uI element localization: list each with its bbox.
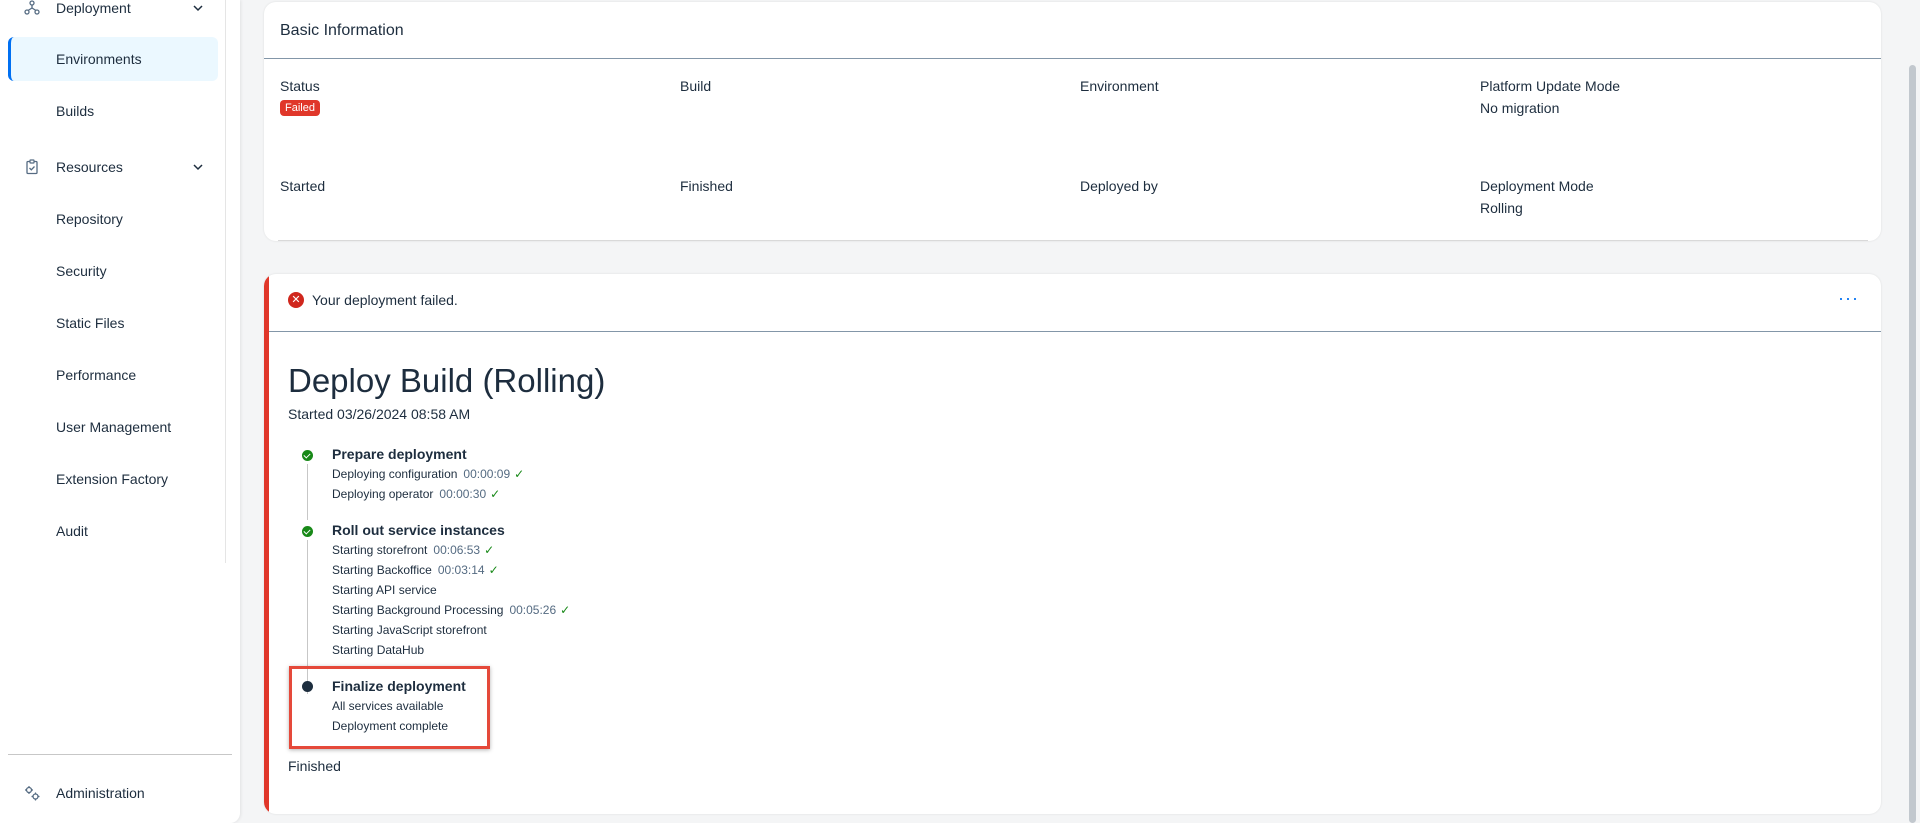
- field-value: Rolling: [1480, 200, 1523, 216]
- started-timestamp: Started 03/26/2024 08:58 AM: [288, 406, 471, 422]
- sidebar-item-extension-factory[interactable]: Extension Factory: [8, 457, 218, 501]
- scrollbar[interactable]: [1904, 0, 1920, 823]
- started-field: Started: [280, 178, 325, 194]
- step-subtask: Starting DataHub: [332, 643, 424, 657]
- clipboard-icon: [24, 159, 40, 175]
- deployment-title: Deploy Build (Rolling): [288, 362, 606, 399]
- environment-field: Environment: [1080, 78, 1159, 94]
- subtask-label: Starting API service: [332, 583, 437, 597]
- settings-icon: [24, 785, 40, 801]
- error-icon: ✕: [288, 292, 304, 308]
- finished-field: Finished: [680, 178, 733, 194]
- field-label: Finished: [680, 178, 733, 194]
- subtask-duration: 00:06:53: [433, 543, 481, 557]
- subtask-label: Deploying operator: [332, 487, 434, 501]
- subtask-duration: 00:05:26: [509, 603, 557, 617]
- field-label: Started: [280, 178, 326, 194]
- sidebar: Deployment Environments Builds Resources…: [0, 0, 240, 823]
- deployment-card: ✕ Your deployment failed. ··· Deploy Bui…: [264, 274, 1881, 814]
- basic-information-card: Basic Information Status Failed Build En…: [264, 2, 1881, 241]
- highlight-box: [289, 666, 490, 749]
- deployment-mode-field: Deployment Mode Rolling: [1480, 178, 1594, 216]
- deployment-message: ✕ Your deployment failed.: [288, 292, 458, 308]
- subtask-label: Starting Background Processing: [332, 603, 504, 617]
- step-subtask: Deploying operator 00:00:30 ✓: [332, 487, 500, 501]
- finished-label: Finished: [288, 758, 341, 774]
- sidebar-item-static-files[interactable]: Static Files: [8, 301, 218, 345]
- deployment-icon: [24, 0, 40, 16]
- subtask-label: Starting DataHub: [332, 643, 425, 657]
- error-indicator-bar: [264, 274, 269, 814]
- sidebar-item-label: Administration: [56, 785, 145, 801]
- sidebar-group-resources[interactable]: Resources: [8, 145, 218, 189]
- step-subtask: Starting Backoffice 00:03:14 ✓: [332, 563, 499, 577]
- sidebar-item-repository[interactable]: Repository: [8, 197, 218, 241]
- success-icon: [302, 450, 313, 461]
- checkmark-icon: ✓: [488, 563, 499, 577]
- sidebar-item-security[interactable]: Security: [8, 249, 218, 293]
- chevron-down-icon: [190, 159, 206, 175]
- platform-update-mode-field: Platform Update Mode No migration: [1480, 78, 1620, 116]
- step-subtask: Starting API service: [332, 583, 437, 597]
- field-label: Platform Update Mode: [1480, 78, 1621, 94]
- card-bottom-divider: [278, 240, 1868, 241]
- step-connector: [307, 464, 308, 520]
- message-text: Your deployment failed.: [312, 292, 458, 308]
- step-title: Roll out service instances: [332, 522, 505, 538]
- subtask-label: Starting JavaScript storefront: [332, 623, 487, 637]
- sidebar-item-builds[interactable]: Builds: [8, 89, 218, 133]
- sidebar-item-user-management[interactable]: User Management: [8, 405, 218, 449]
- status-field: Status Failed: [280, 78, 320, 116]
- sidebar-bottom-divider: [8, 754, 232, 755]
- card-divider: [264, 58, 1881, 59]
- sidebar-group-label: Deployment: [56, 0, 131, 16]
- subtask-duration: 00:00:30: [439, 487, 487, 501]
- subtask-label: Starting storefront: [332, 543, 428, 557]
- checkmark-icon: ✓: [560, 603, 571, 617]
- build-field: Build: [680, 78, 711, 94]
- field-label: Status: [280, 78, 320, 94]
- more-options-button[interactable]: ···: [1838, 288, 1859, 309]
- sidebar-item-audit[interactable]: Audit: [8, 509, 218, 553]
- field-value: No migration: [1480, 100, 1560, 116]
- sidebar-group-label: Resources: [56, 159, 123, 175]
- scrollbar-thumb[interactable]: [1909, 65, 1916, 823]
- subtask-duration: 00:03:14: [437, 563, 485, 577]
- step-title: Prepare deployment: [332, 446, 467, 462]
- sidebar-item-administration[interactable]: Administration: [8, 771, 218, 815]
- subtask-label: Deploying configuration: [332, 467, 458, 481]
- card-divider: [269, 331, 1881, 332]
- step-subtask: Starting storefront 00:06:53 ✓: [332, 543, 494, 557]
- deployed-by-field: Deployed by: [1080, 178, 1158, 194]
- field-label: Environment: [1080, 78, 1159, 94]
- checkmark-icon: ✓: [490, 487, 501, 501]
- field-label: Build: [680, 78, 712, 94]
- sidebar-divider: [225, 0, 226, 563]
- card-title: Basic Information: [280, 22, 404, 39]
- field-label: Deployment Mode: [1480, 178, 1594, 194]
- checkmark-icon: ✓: [484, 543, 495, 557]
- status-badge: Failed: [280, 100, 320, 116]
- subtask-duration: 00:00:09: [463, 467, 511, 481]
- step-subtask: Deploying configuration 00:00:09 ✓: [332, 467, 524, 481]
- step-subtask: Starting Background Processing 00:05:26 ✓: [332, 603, 570, 617]
- sidebar-item-performance[interactable]: Performance: [8, 353, 218, 397]
- chevron-down-icon: [190, 0, 206, 16]
- subtask-label: Starting Backoffice: [332, 563, 432, 577]
- checkmark-icon: ✓: [514, 467, 525, 481]
- field-label: Deployed by: [1080, 178, 1158, 194]
- sidebar-group-deployment[interactable]: Deployment: [8, 0, 218, 30]
- sidebar-item-environments[interactable]: Environments: [8, 37, 218, 81]
- step-subtask: Starting JavaScript storefront: [332, 623, 487, 637]
- success-icon: [302, 526, 313, 537]
